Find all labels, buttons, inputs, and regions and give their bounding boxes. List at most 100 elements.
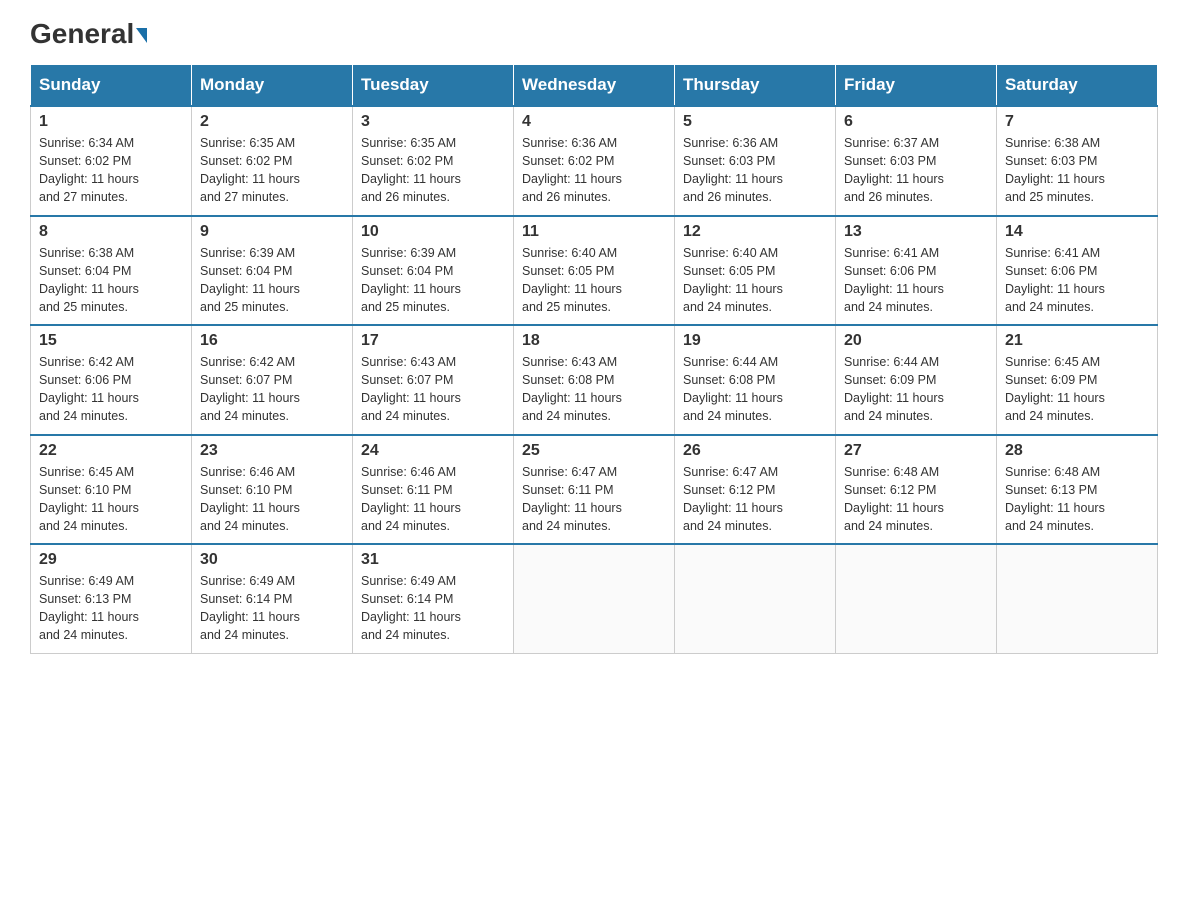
day-info: Sunrise: 6:35 AMSunset: 6:02 PMDaylight:… <box>361 134 505 207</box>
day-number: 19 <box>683 332 827 350</box>
day-info: Sunrise: 6:34 AMSunset: 6:02 PMDaylight:… <box>39 134 183 207</box>
day-number: 13 <box>844 223 988 241</box>
day-info: Sunrise: 6:46 AMSunset: 6:10 PMDaylight:… <box>200 463 344 536</box>
day-info: Sunrise: 6:48 AMSunset: 6:12 PMDaylight:… <box>844 463 988 536</box>
day-info: Sunrise: 6:38 AMSunset: 6:03 PMDaylight:… <box>1005 134 1149 207</box>
calendar-cell: 30 Sunrise: 6:49 AMSunset: 6:14 PMDayligh… <box>192 544 353 653</box>
calendar-cell: 29 Sunrise: 6:49 AMSunset: 6:13 PMDayligh… <box>31 544 192 653</box>
day-info: Sunrise: 6:42 AMSunset: 6:06 PMDaylight:… <box>39 353 183 426</box>
calendar-cell: 3 Sunrise: 6:35 AMSunset: 6:02 PMDaylight… <box>353 106 514 216</box>
calendar-cell: 14 Sunrise: 6:41 AMSunset: 6:06 PMDayligh… <box>997 216 1158 326</box>
day-info: Sunrise: 6:39 AMSunset: 6:04 PMDaylight:… <box>361 244 505 317</box>
logo: General <box>30 20 147 44</box>
calendar-cell: 31 Sunrise: 6:49 AMSunset: 6:14 PMDayligh… <box>353 544 514 653</box>
day-info: Sunrise: 6:49 AMSunset: 6:13 PMDaylight:… <box>39 572 183 645</box>
calendar-cell: 15 Sunrise: 6:42 AMSunset: 6:06 PMDayligh… <box>31 325 192 435</box>
day-number: 3 <box>361 113 505 131</box>
calendar-cell <box>836 544 997 653</box>
day-info: Sunrise: 6:45 AMSunset: 6:10 PMDaylight:… <box>39 463 183 536</box>
day-of-week-header: Saturday <box>997 65 1158 107</box>
day-number: 6 <box>844 113 988 131</box>
calendar-cell: 16 Sunrise: 6:42 AMSunset: 6:07 PMDayligh… <box>192 325 353 435</box>
day-number: 12 <box>683 223 827 241</box>
day-number: 1 <box>39 113 183 131</box>
day-number: 21 <box>1005 332 1149 350</box>
day-info: Sunrise: 6:36 AMSunset: 6:03 PMDaylight:… <box>683 134 827 207</box>
day-info: Sunrise: 6:43 AMSunset: 6:07 PMDaylight:… <box>361 353 505 426</box>
calendar-week-row: 15 Sunrise: 6:42 AMSunset: 6:06 PMDayligh… <box>31 325 1158 435</box>
day-number: 16 <box>200 332 344 350</box>
day-number: 9 <box>200 223 344 241</box>
calendar-cell: 27Sunrise: 6:48 AMSunset: 6:12 PMDayligh… <box>836 435 997 545</box>
calendar-header-row: SundayMondayTuesdayWednesdayThursdayFrid… <box>31 65 1158 107</box>
day-of-week-header: Monday <box>192 65 353 107</box>
day-info: Sunrise: 6:42 AMSunset: 6:07 PMDaylight:… <box>200 353 344 426</box>
day-number: 14 <box>1005 223 1149 241</box>
calendar-cell: 25 Sunrise: 6:47 AMSunset: 6:11 PMDayligh… <box>514 435 675 545</box>
day-of-week-header: Wednesday <box>514 65 675 107</box>
logo-general-line: General <box>30 20 147 48</box>
calendar-cell: 5 Sunrise: 6:36 AMSunset: 6:03 PMDaylight… <box>675 106 836 216</box>
day-info: Sunrise: 6:38 AMSunset: 6:04 PMDaylight:… <box>39 244 183 317</box>
day-info: Sunrise: 6:43 AMSunset: 6:08 PMDaylight:… <box>522 353 666 426</box>
calendar-cell: 6 Sunrise: 6:37 AMSunset: 6:03 PMDaylight… <box>836 106 997 216</box>
day-number: 15 <box>39 332 183 350</box>
calendar-cell <box>675 544 836 653</box>
day-number: 28 <box>1005 442 1149 460</box>
day-info: Sunrise: 6:47 AMSunset: 6:11 PMDaylight:… <box>522 463 666 536</box>
calendar-week-row: 8 Sunrise: 6:38 AMSunset: 6:04 PMDaylight… <box>31 216 1158 326</box>
day-number: 17 <box>361 332 505 350</box>
day-number: 7 <box>1005 113 1149 131</box>
day-number: 5 <box>683 113 827 131</box>
day-info: Sunrise: 6:41 AMSunset: 6:06 PMDaylight:… <box>1005 244 1149 317</box>
day-number: 8 <box>39 223 183 241</box>
day-of-week-header: Tuesday <box>353 65 514 107</box>
calendar-table: SundayMondayTuesdayWednesdayThursdayFrid… <box>30 64 1158 654</box>
calendar-cell: 2Sunrise: 6:35 AMSunset: 6:02 PMDaylight… <box>192 106 353 216</box>
day-info: Sunrise: 6:37 AMSunset: 6:03 PMDaylight:… <box>844 134 988 207</box>
day-number: 25 <box>522 442 666 460</box>
day-number: 31 <box>361 551 505 569</box>
calendar-cell: 7 Sunrise: 6:38 AMSunset: 6:03 PMDaylight… <box>997 106 1158 216</box>
calendar-cell: 20Sunrise: 6:44 AMSunset: 6:09 PMDayligh… <box>836 325 997 435</box>
day-info: Sunrise: 6:49 AMSunset: 6:14 PMDaylight:… <box>200 572 344 645</box>
day-number: 11 <box>522 223 666 241</box>
calendar-cell: 26Sunrise: 6:47 AMSunset: 6:12 PMDayligh… <box>675 435 836 545</box>
calendar-cell: 23 Sunrise: 6:46 AMSunset: 6:10 PMDayligh… <box>192 435 353 545</box>
logo-arrow-icon <box>136 28 147 43</box>
calendar-week-row: 29 Sunrise: 6:49 AMSunset: 6:13 PMDayligh… <box>31 544 1158 653</box>
day-number: 24 <box>361 442 505 460</box>
day-number: 30 <box>200 551 344 569</box>
day-number: 29 <box>39 551 183 569</box>
calendar-cell: 10 Sunrise: 6:39 AMSunset: 6:04 PMDayligh… <box>353 216 514 326</box>
calendar-cell: 8 Sunrise: 6:38 AMSunset: 6:04 PMDaylight… <box>31 216 192 326</box>
page-header: General <box>30 20 1158 44</box>
calendar-cell: 17 Sunrise: 6:43 AMSunset: 6:07 PMDayligh… <box>353 325 514 435</box>
calendar-cell <box>997 544 1158 653</box>
day-info: Sunrise: 6:49 AMSunset: 6:14 PMDaylight:… <box>361 572 505 645</box>
day-of-week-header: Thursday <box>675 65 836 107</box>
calendar-cell: 28 Sunrise: 6:48 AMSunset: 6:13 PMDayligh… <box>997 435 1158 545</box>
day-info: Sunrise: 6:45 AMSunset: 6:09 PMDaylight:… <box>1005 353 1149 426</box>
day-info: Sunrise: 6:36 AMSunset: 6:02 PMDaylight:… <box>522 134 666 207</box>
day-number: 20 <box>844 332 988 350</box>
day-number: 22 <box>39 442 183 460</box>
day-info: Sunrise: 6:48 AMSunset: 6:13 PMDaylight:… <box>1005 463 1149 536</box>
calendar-cell: 18 Sunrise: 6:43 AMSunset: 6:08 PMDayligh… <box>514 325 675 435</box>
calendar-cell: 1 Sunrise: 6:34 AMSunset: 6:02 PMDaylight… <box>31 106 192 216</box>
day-of-week-header: Sunday <box>31 65 192 107</box>
calendar-cell: 11Sunrise: 6:40 AMSunset: 6:05 PMDayligh… <box>514 216 675 326</box>
day-number: 4 <box>522 113 666 131</box>
day-number: 10 <box>361 223 505 241</box>
day-info: Sunrise: 6:46 AMSunset: 6:11 PMDaylight:… <box>361 463 505 536</box>
day-number: 2 <box>200 113 344 131</box>
calendar-week-row: 22 Sunrise: 6:45 AMSunset: 6:10 PMDayligh… <box>31 435 1158 545</box>
day-info: Sunrise: 6:39 AMSunset: 6:04 PMDaylight:… <box>200 244 344 317</box>
calendar-week-row: 1 Sunrise: 6:34 AMSunset: 6:02 PMDaylight… <box>31 106 1158 216</box>
day-number: 26 <box>683 442 827 460</box>
calendar-cell: 12Sunrise: 6:40 AMSunset: 6:05 PMDayligh… <box>675 216 836 326</box>
day-number: 18 <box>522 332 666 350</box>
calendar-cell: 19Sunrise: 6:44 AMSunset: 6:08 PMDayligh… <box>675 325 836 435</box>
day-number: 23 <box>200 442 344 460</box>
day-info: Sunrise: 6:41 AMSunset: 6:06 PMDaylight:… <box>844 244 988 317</box>
